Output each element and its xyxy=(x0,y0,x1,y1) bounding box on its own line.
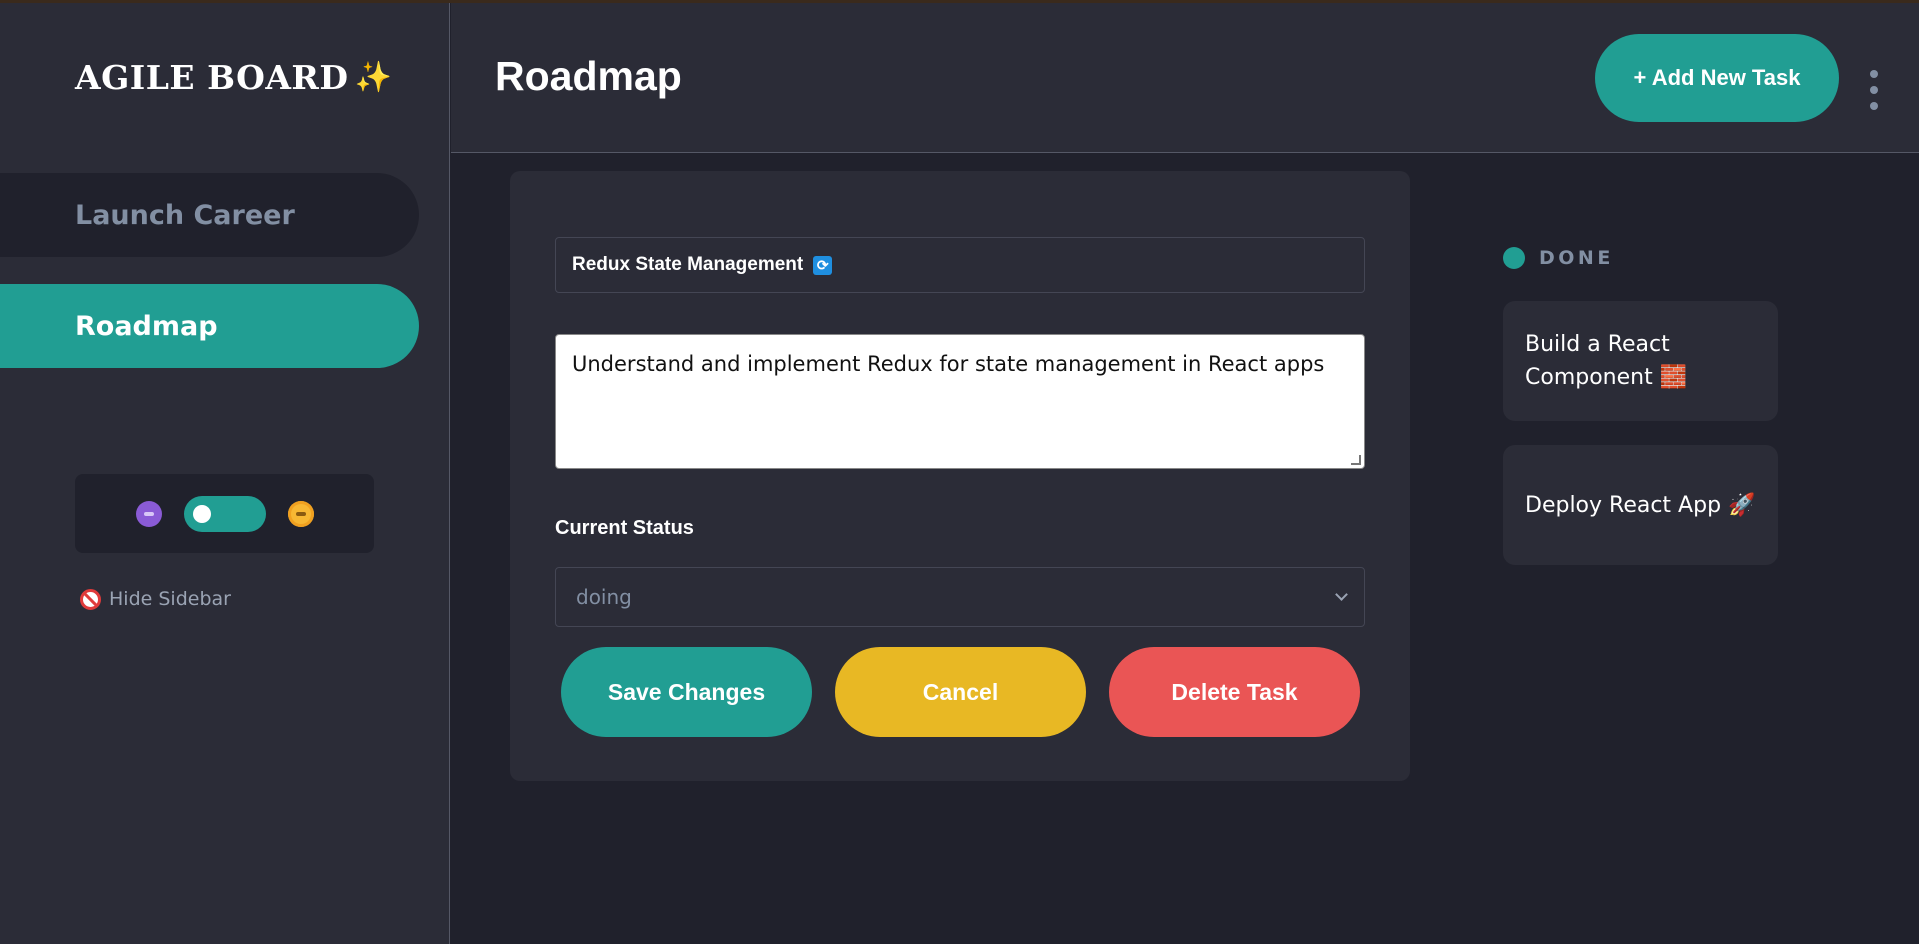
resize-grip-icon[interactable] xyxy=(1351,455,1361,465)
sidebar-item-launch-career[interactable]: Launch Career xyxy=(0,173,419,257)
app-logo: AGILE BOARD ✨ xyxy=(75,58,392,97)
task-title-input[interactable]: Redux State Management ⟳ xyxy=(555,237,1365,293)
save-changes-button[interactable]: Save Changes xyxy=(561,647,812,737)
toggle-knob xyxy=(192,504,211,523)
more-options-icon[interactable] xyxy=(1864,70,1884,110)
task-description-textarea[interactable]: Understand and implement Redux for state… xyxy=(555,334,1365,469)
cancel-button[interactable]: Cancel xyxy=(835,647,1086,737)
sidebar: AGILE BOARD ✨ Launch Career Roadmap Hide… xyxy=(0,3,450,944)
sun-icon xyxy=(287,500,314,527)
delete-task-button[interactable]: Delete Task xyxy=(1109,647,1360,737)
prohibited-icon xyxy=(80,588,101,610)
column-header: DONE xyxy=(1503,243,1778,273)
task-title-value: Redux State Management xyxy=(572,254,804,275)
done-column: DONE Build a React Component 🧱 Deploy Re… xyxy=(1503,243,1778,565)
kebab-dot xyxy=(1870,102,1878,110)
sparkle-icon: ✨ xyxy=(354,60,393,95)
column-title: DONE xyxy=(1539,247,1614,269)
theme-toggle[interactable] xyxy=(183,495,266,532)
hide-sidebar-button[interactable]: Hide Sidebar xyxy=(80,588,231,610)
sidebar-item-label: Launch Career xyxy=(75,199,295,231)
logo-text: AGILE BOARD xyxy=(75,58,349,97)
status-select-value: doing xyxy=(576,585,632,609)
edit-task-modal: Redux State Management ⟳ Understand and … xyxy=(510,171,1410,781)
sidebar-item-label: Roadmap xyxy=(75,310,218,342)
theme-switcher xyxy=(75,474,374,553)
task-card[interactable]: Deploy React App 🚀 xyxy=(1503,445,1778,565)
moon-icon xyxy=(135,500,162,527)
task-card[interactable]: Build a React Component 🧱 xyxy=(1503,301,1778,421)
task-card-title: Build a React Component 🧱 xyxy=(1525,332,1688,390)
sidebar-item-roadmap[interactable]: Roadmap xyxy=(0,284,419,368)
page-title: Roadmap xyxy=(495,53,682,99)
kebab-dot xyxy=(1870,70,1878,78)
status-select[interactable]: doing xyxy=(555,567,1365,627)
hide-sidebar-label: Hide Sidebar xyxy=(109,588,231,610)
chevron-down-icon xyxy=(1335,588,1348,601)
kebab-dot xyxy=(1870,86,1878,94)
status-dot-icon xyxy=(1503,247,1525,269)
header: Roadmap + Add New Task xyxy=(451,3,1919,153)
add-new-task-button[interactable]: + Add New Task xyxy=(1595,34,1839,122)
status-label: Current Status xyxy=(555,517,694,539)
task-card-title: Deploy React App 🚀 xyxy=(1525,492,1756,518)
task-description-value: Understand and implement Redux for state… xyxy=(572,352,1325,376)
refresh-icon: ⟳ xyxy=(813,255,833,275)
